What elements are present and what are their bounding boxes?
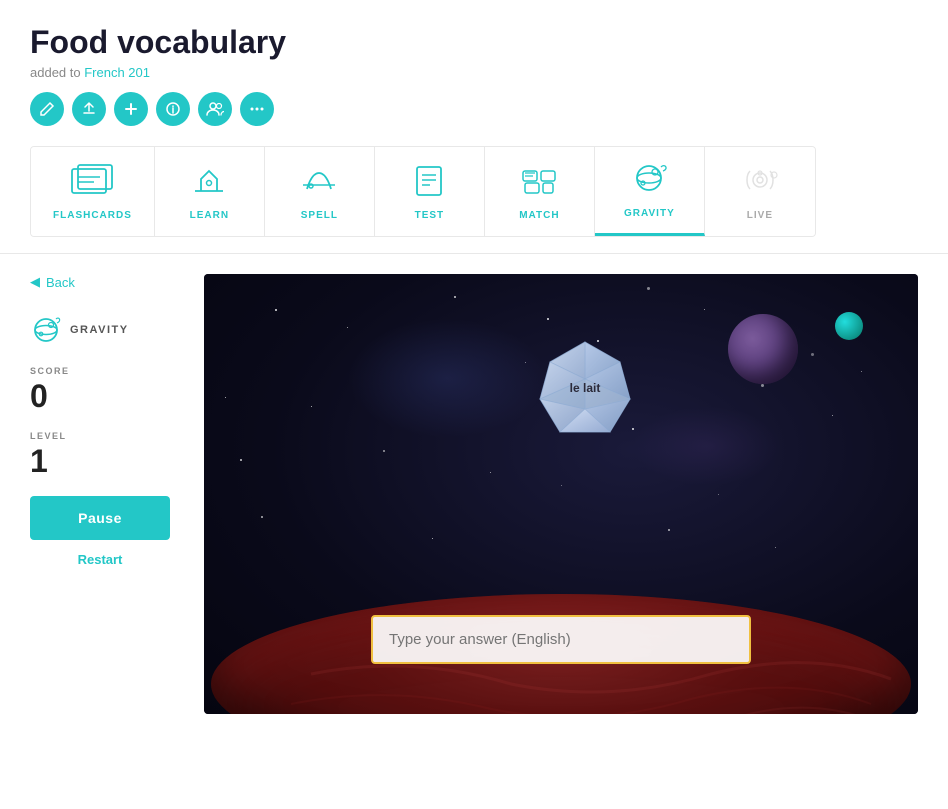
class-link[interactable]: French 201 [84, 65, 150, 80]
restart-button[interactable]: Restart [30, 548, 170, 571]
mode-match[interactable]: MATCH [485, 147, 595, 236]
added-to-line: added to French 201 [30, 65, 918, 80]
edit-button[interactable] [30, 92, 64, 126]
page-title: Food vocabulary [30, 24, 918, 61]
live-label: LIVE [747, 210, 773, 221]
flashcards-label: FLASHCARDS [53, 210, 132, 221]
learn-label: LEARN [190, 210, 229, 221]
users-button[interactable] [198, 92, 232, 126]
tiny-planet [835, 312, 863, 340]
match-icon [517, 163, 561, 202]
study-modes-bar: FLASHCARDS LEARN SPELL [30, 146, 816, 237]
answer-input[interactable] [371, 615, 751, 664]
space-background: le lait [204, 274, 918, 714]
live-icon [738, 163, 782, 202]
test-icon [407, 163, 451, 202]
learn-icon [187, 163, 231, 202]
mode-gravity[interactable]: GRAVITY [595, 147, 705, 236]
gravity-label: GRAVITY [624, 208, 675, 219]
flashcards-icon [70, 163, 114, 202]
mode-test[interactable]: TEST [375, 147, 485, 236]
back-button[interactable]: ◀ Back [30, 274, 180, 290]
edit-icon [39, 101, 55, 117]
mode-flashcards[interactable]: FLASHCARDS [31, 147, 155, 236]
action-icons-row [30, 92, 918, 126]
level-value: 1 [30, 443, 180, 480]
back-arrow-icon: ◀ [30, 274, 40, 290]
score-value: 0 [30, 378, 180, 415]
mode-spell[interactable]: SPELL [265, 147, 375, 236]
gravity-icon [627, 161, 671, 200]
test-label: TEST [415, 210, 445, 221]
more-button[interactable] [240, 92, 274, 126]
small-planet [728, 314, 798, 384]
level-label: LEVEL [30, 431, 180, 441]
more-icon [249, 101, 265, 117]
gravity-sidebar-icon [30, 314, 62, 346]
mode-learn[interactable]: LEARN [155, 147, 265, 236]
game-area: le lait [204, 274, 918, 714]
top-section: Food vocabulary added to French 201 [0, 0, 948, 237]
game-sidebar: ◀ Back GRAVITY SCORE 0 LEVEL 1 Pause Res… [30, 274, 190, 714]
share-icon [81, 101, 97, 117]
info-icon [165, 101, 181, 117]
bottom-section: ◀ Back GRAVITY SCORE 0 LEVEL 1 Pause Res… [0, 274, 948, 744]
users-icon [206, 101, 224, 117]
answer-input-wrap [371, 615, 751, 664]
add-button[interactable] [114, 92, 148, 126]
info-button[interactable] [156, 92, 190, 126]
score-label: SCORE [30, 366, 180, 376]
spell-icon [297, 163, 341, 202]
gravity-mode-row: GRAVITY [30, 314, 180, 346]
section-divider [0, 253, 948, 254]
mode-live[interactable]: LIVE [705, 147, 815, 236]
spell-label: SPELL [301, 210, 338, 221]
share-button[interactable] [72, 92, 106, 126]
crystal-gem: le lait [525, 334, 645, 454]
match-label: MATCH [519, 210, 559, 221]
svg-text:le lait: le lait [570, 381, 601, 395]
crystal-container: le lait [525, 334, 645, 459]
add-icon [123, 101, 139, 117]
pause-button[interactable]: Pause [30, 496, 170, 540]
gravity-mode-label: GRAVITY [70, 324, 129, 336]
